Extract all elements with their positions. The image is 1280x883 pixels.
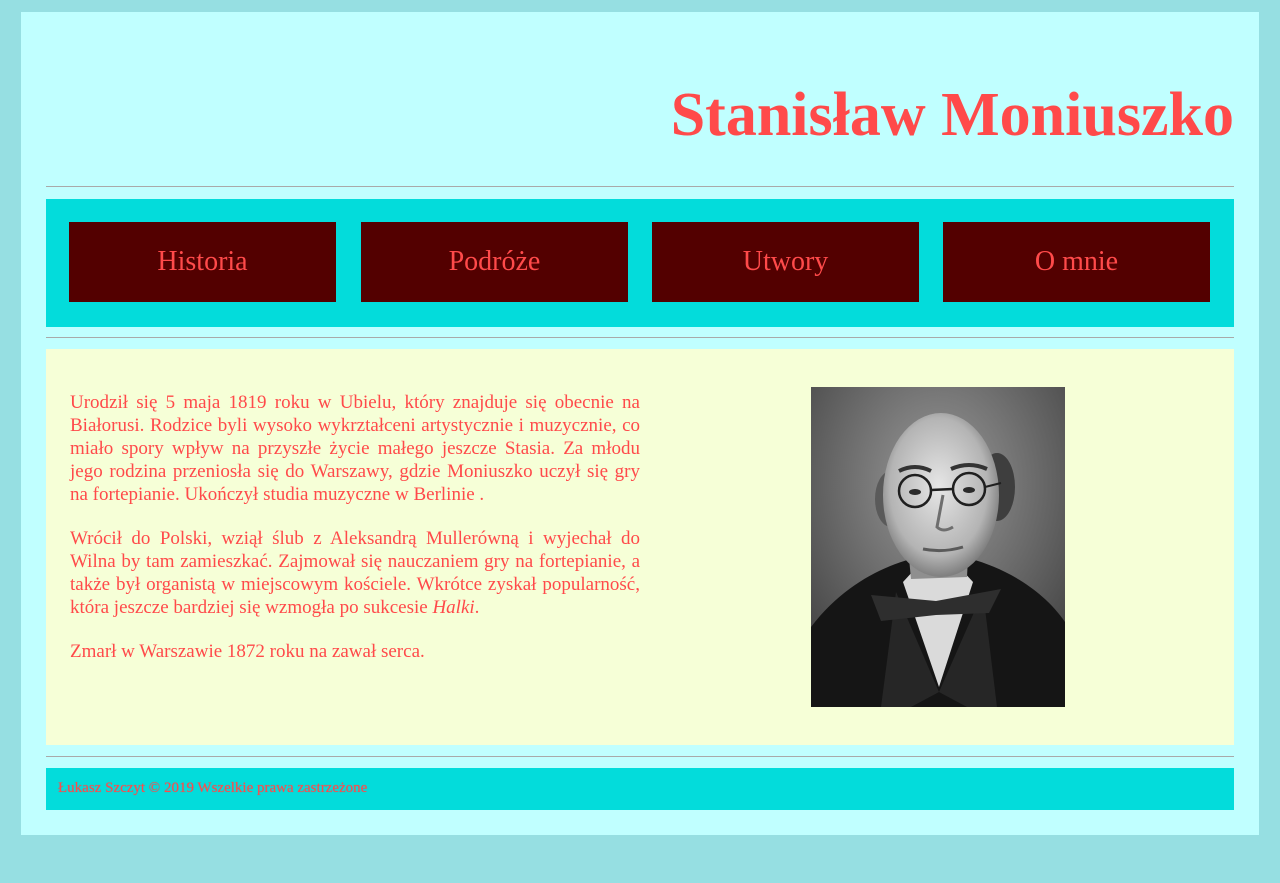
biography-paragraph-2-text: Wrócił do Polski, wziął ślub z Aleksandr… <box>70 528 640 618</box>
page-title: Stanisław Moniuszko <box>670 81 1234 149</box>
nav-item-historia[interactable]: Historia <box>69 222 336 302</box>
divider <box>46 186 1234 187</box>
copyright-text: Łukasz Szczyt © 2019 Wszelkie prawa zast… <box>58 780 368 796</box>
biography-paragraph-3: Zmarł w Warszawie 1872 roku na zawał ser… <box>70 641 425 662</box>
nav-item-podroze[interactable]: Podróże <box>361 222 628 302</box>
biography-paragraph-2: Wrócił do Polski, wziął ślub z Aleksandr… <box>70 527 640 619</box>
main-nav: Historia Podróże Utwory O mnie <box>46 199 1234 327</box>
nav-item-o-mnie[interactable]: O mnie <box>943 222 1210 302</box>
work-title-halka: Halki <box>432 597 475 618</box>
nav-item-utwory[interactable]: Utwory <box>652 222 919 302</box>
portrait-image <box>811 387 1065 707</box>
divider <box>46 756 1234 757</box>
biography-paragraph-1: Urodził się 5 maja 1819 roku w Ubielu, k… <box>70 392 640 505</box>
page-container: Stanisław Moniuszko Historia Podróże Utw… <box>21 12 1259 835</box>
biography-paragraph-2-end: . <box>474 597 480 618</box>
main-content: Urodził się 5 maja 1819 roku w Ubielu, k… <box>46 349 1234 745</box>
divider <box>46 337 1234 338</box>
biography-text: Urodził się 5 maja 1819 roku w Ubielu, k… <box>70 391 640 684</box>
footer: Łukasz Szczyt © 2019 Wszelkie prawa zast… <box>46 768 1234 810</box>
